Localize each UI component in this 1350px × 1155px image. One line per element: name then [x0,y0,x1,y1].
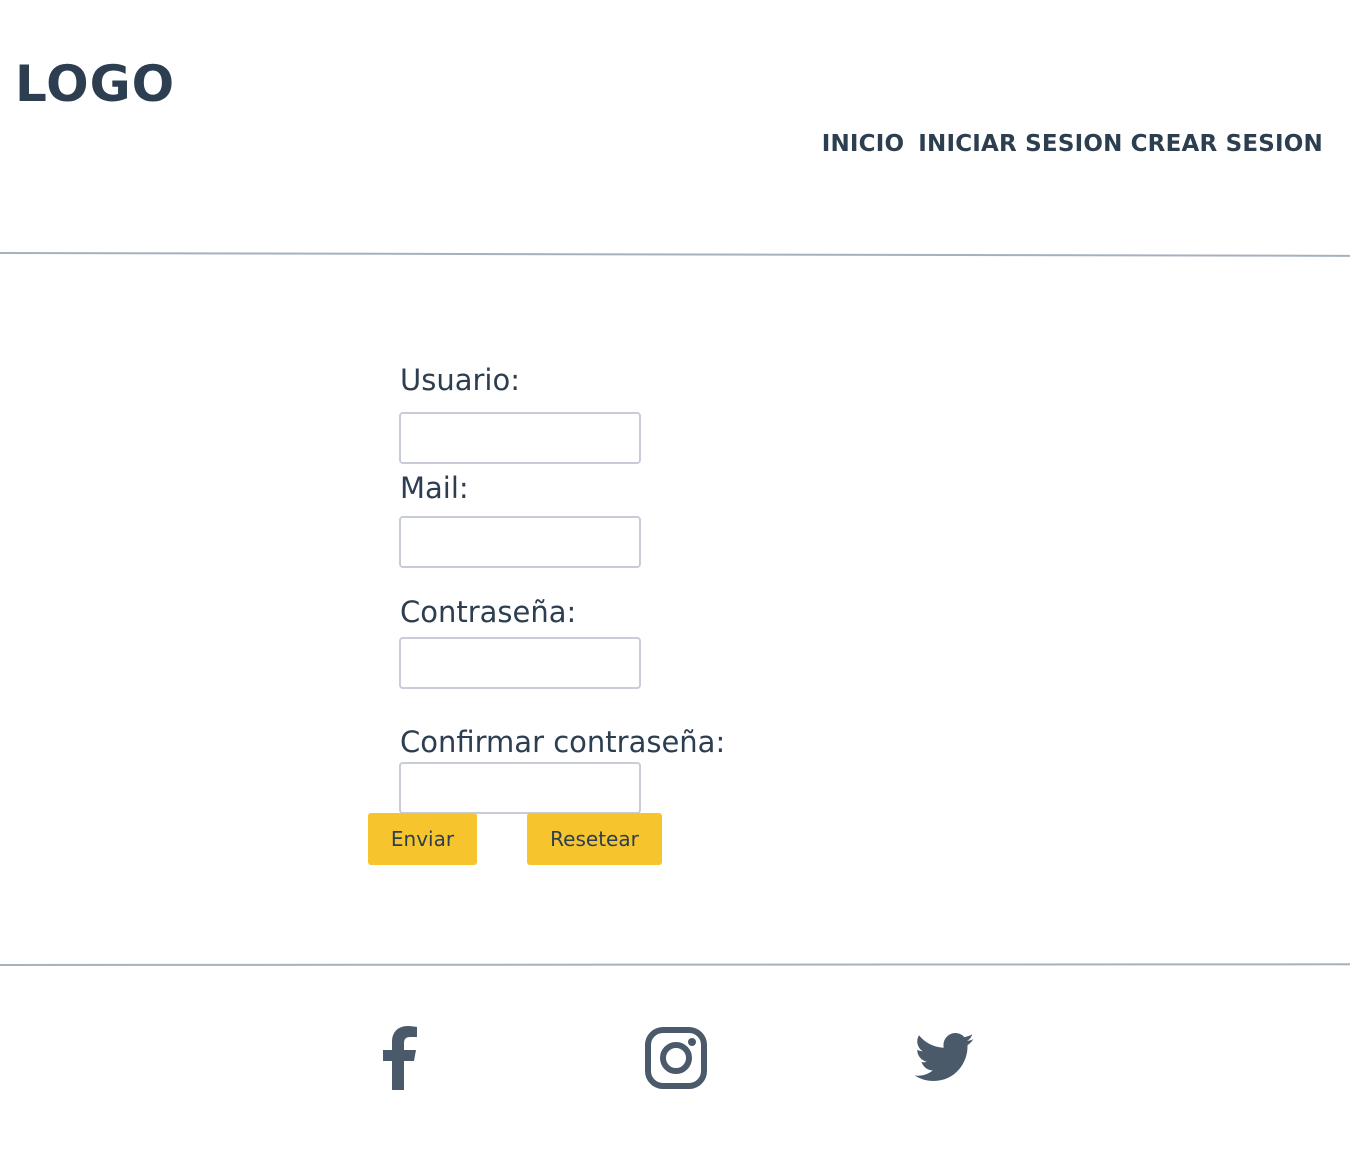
mail-input[interactable] [399,516,641,568]
password-label: Contraseña: [400,595,577,629]
twitter-link[interactable] [910,1024,980,1096]
reset-button[interactable]: Resetear [527,813,662,865]
logo[interactable]: LOGO [15,52,175,116]
main-nav: INICIO INICIAR SESION CREAR SESION [822,128,1323,160]
nav-link-crear-sesion[interactable]: CREAR SESION [1131,128,1323,160]
twitter-icon [914,1033,975,1087]
footer-divider [0,963,1350,966]
usuario-input[interactable] [399,412,641,464]
password-input[interactable] [399,637,641,689]
registration-form: Usuario: Mail: Contraseña: Confirmar con… [0,0,1350,1155]
facebook-link[interactable] [370,1024,432,1096]
mail-label: Mail: [400,471,469,505]
instagram-link[interactable] [640,1024,712,1096]
header-divider [0,252,1350,257]
nav-link-iniciar-sesion[interactable]: INICIAR SESION [918,128,1122,160]
nav-link-inicio[interactable]: INICIO [822,128,905,160]
page: LOGO INICIO INICIAR SESION CREAR SESION … [0,0,1350,1155]
confirm-password-label: Confirmar contraseña: [400,725,726,759]
facebook-icon [381,1026,421,1094]
usuario-label: Usuario: [400,363,520,397]
submit-button[interactable]: Enviar [368,813,477,865]
instagram-icon [644,1026,708,1094]
confirm-password-input[interactable] [399,762,641,814]
